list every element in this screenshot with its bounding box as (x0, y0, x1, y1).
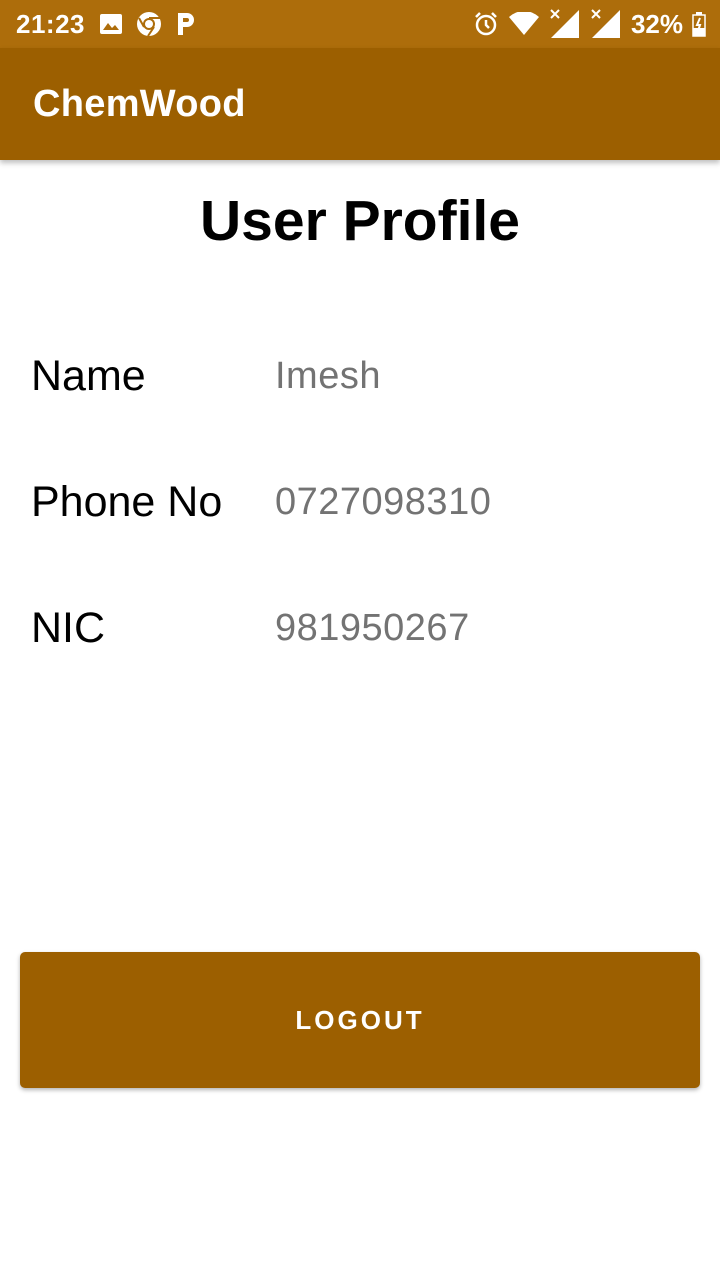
image-icon (99, 12, 123, 36)
name-row: Name Imesh (0, 346, 720, 406)
phone-value: 0727098310 (275, 481, 492, 523)
notification-icons (99, 11, 197, 37)
p-icon (175, 11, 197, 37)
logout-button[interactable]: LOGOUT (20, 952, 700, 1088)
chrome-icon (136, 11, 162, 37)
alarm-icon (473, 11, 499, 37)
status-time: 21:23 (16, 8, 85, 39)
app-bar: ChemWood (0, 48, 720, 160)
nic-row: NIC 981950267 (0, 598, 720, 658)
phone-label: Phone No (31, 478, 223, 526)
system-icons: 32% (473, 9, 706, 40)
wifi-icon (508, 12, 540, 36)
nic-label: NIC (31, 604, 106, 652)
phone-row: Phone No 0727098310 (0, 472, 720, 532)
status-bar: 21:23 32% (0, 0, 720, 48)
nic-value: 981950267 (275, 607, 470, 649)
page-title: User Profile (200, 189, 520, 253)
app-title: ChemWood (33, 82, 246, 125)
signal-icon-sim2 (590, 9, 622, 39)
battery-percent: 32% (630, 8, 683, 39)
name-value: Imesh (275, 355, 381, 397)
name-label: Name (31, 352, 146, 400)
battery-icon (692, 11, 706, 37)
signal-icon-sim1 (549, 9, 581, 39)
